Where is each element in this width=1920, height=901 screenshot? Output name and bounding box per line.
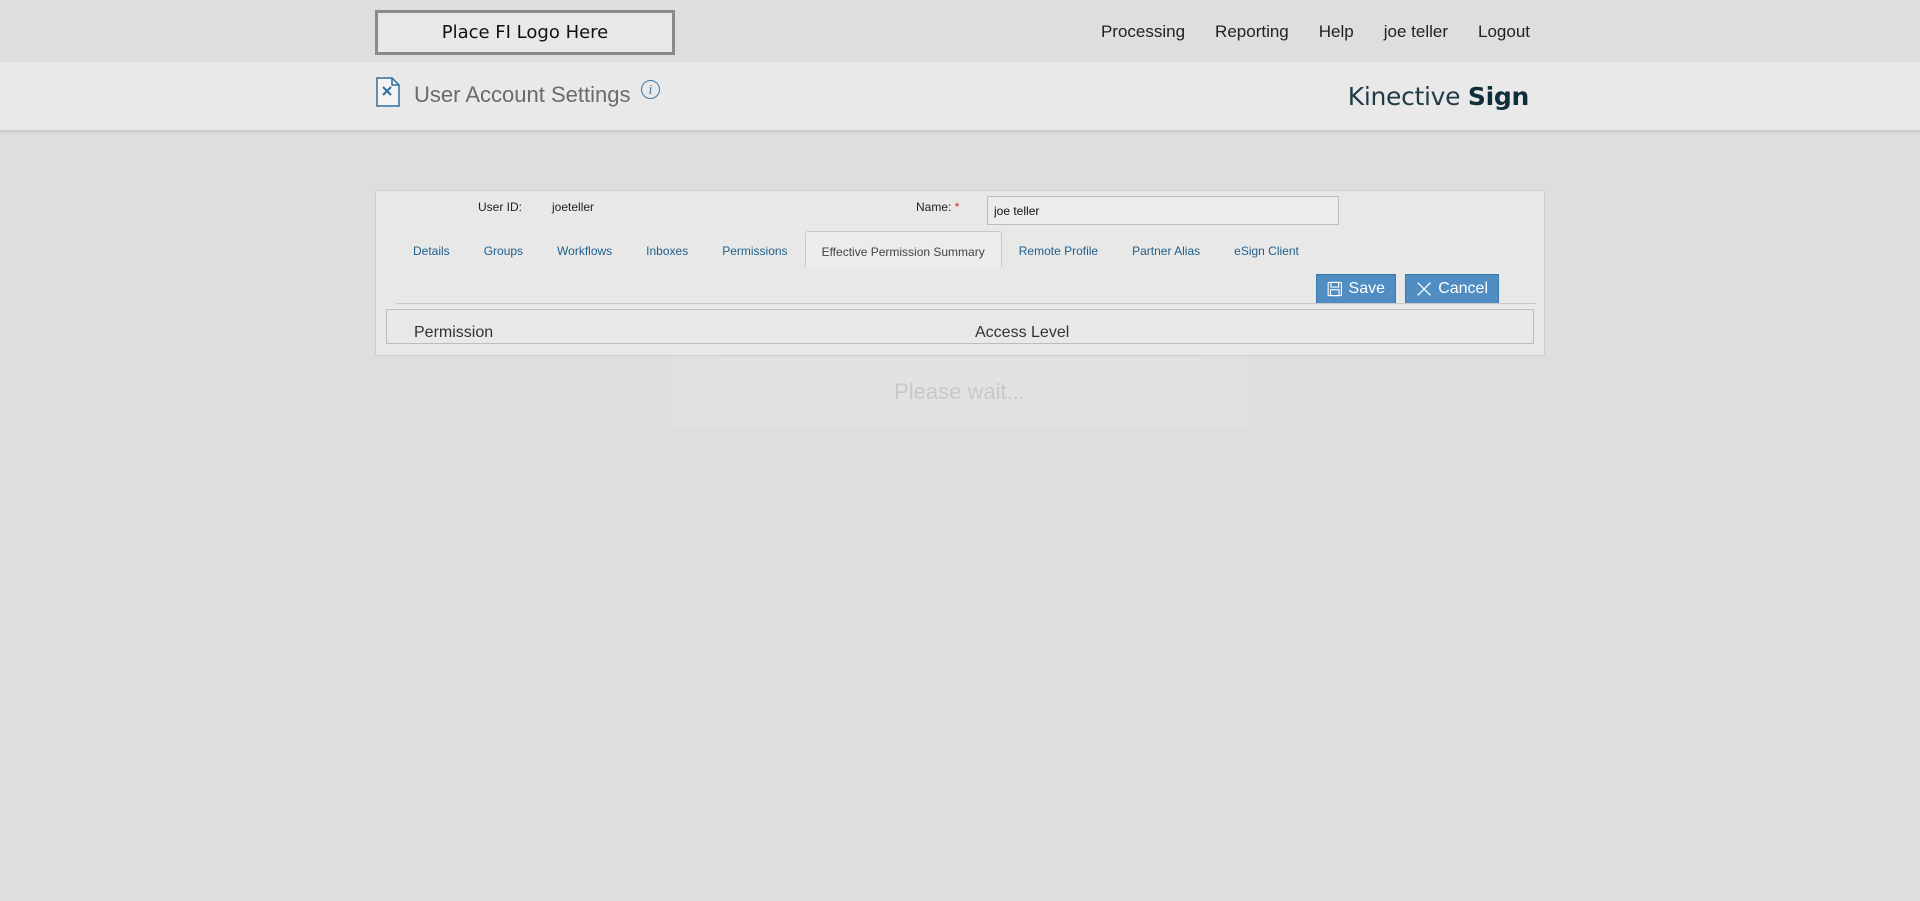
tab-inboxes[interactable]: Inboxes [629,231,705,267]
top-nav: Processing Reporting Help joe teller Log… [1101,22,1530,42]
column-access-level: Access Level [975,324,1070,341]
tab-esign-client[interactable]: eSign Client [1217,231,1316,267]
nav-reporting[interactable]: Reporting [1215,22,1289,42]
user-id-value: joeteller [552,200,595,214]
tab-partner-alias[interactable]: Partner Alias [1115,231,1217,267]
tab-groups[interactable]: Groups [467,231,540,267]
title-band [0,62,1920,130]
name-label-text: Name: [916,200,952,214]
nav-user-name[interactable]: joe teller [1384,22,1448,42]
nav-processing[interactable]: Processing [1101,22,1185,42]
cancel-button[interactable]: Cancel [1405,274,1499,304]
name-field[interactable] [987,196,1339,225]
loading-overlay: Please wait... [671,358,1248,426]
brand-bold-text: Sign [1467,82,1529,111]
brand-light-text: Kinective [1347,82,1461,111]
nav-help[interactable]: Help [1319,22,1354,42]
loading-text: Please wait... [894,379,1025,404]
top-bar: Place FI Logo Here Processing Reporting … [0,0,1920,62]
brand-logo: Kinective Sign [1347,82,1530,111]
document-x-icon [376,77,400,107]
user-settings-panel: User ID: joeteller Name: * Details Group… [375,190,1545,356]
permission-table-header: Permission Access Level [386,309,1534,344]
close-icon [1417,282,1432,296]
loading-message-box: Please wait... [717,358,1202,426]
info-icon[interactable]: i [641,80,660,99]
tab-workflows[interactable]: Workflows [540,231,629,267]
tab-details[interactable]: Details [396,231,467,267]
nav-logout[interactable]: Logout [1478,22,1530,42]
user-id-label: User ID: [478,200,523,214]
name-label: Name: * [916,200,959,214]
fi-logo-placeholder: Place FI Logo Here [375,10,675,55]
tab-permissions[interactable]: Permissions [705,231,804,267]
column-permission: Permission [414,324,494,341]
save-button[interactable]: Save [1316,274,1396,304]
tab-remote-profile[interactable]: Remote Profile [1002,231,1115,267]
required-marker: * [954,200,960,214]
page-title: User Account Settings [414,82,631,107]
save-label: Save [1348,280,1385,297]
tab-effective-permission-summary[interactable]: Effective Permission Summary [804,231,1002,267]
cancel-label: Cancel [1438,280,1488,297]
tab-bar: Details Groups Workflows Inboxes Permiss… [396,231,1316,267]
tab-divider [396,303,1536,304]
floppy-disk-icon [1327,281,1342,297]
